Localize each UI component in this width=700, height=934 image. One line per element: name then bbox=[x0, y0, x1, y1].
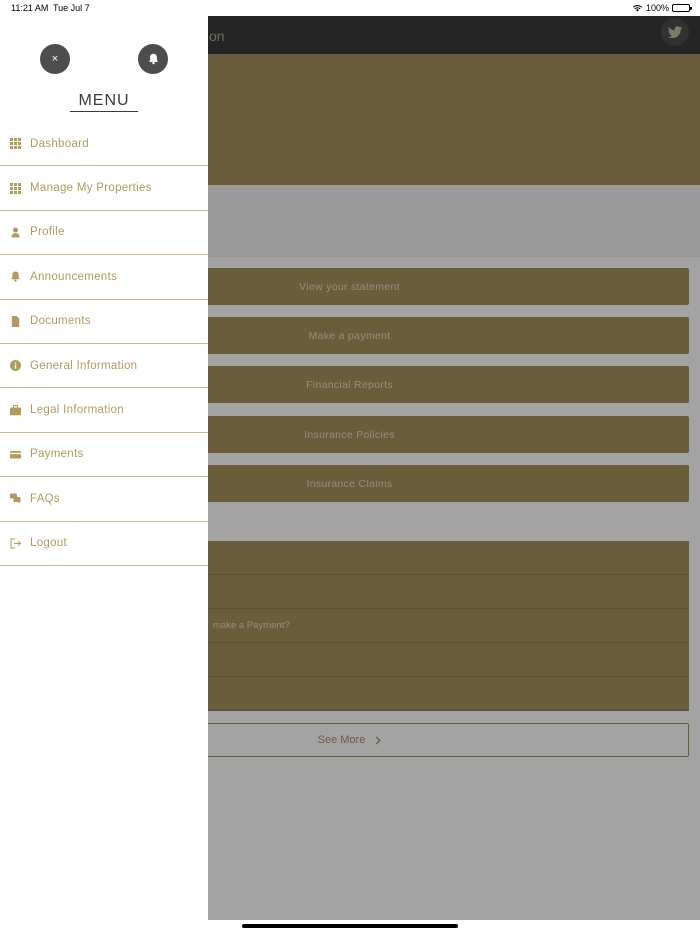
menu-item-label: Documents bbox=[30, 315, 91, 328]
status-time: 11:21 AM bbox=[11, 3, 49, 13]
status-date: Tue Jul 7 bbox=[53, 3, 90, 13]
menu-item-manage-properties[interactable]: Manage My Properties bbox=[0, 166, 208, 211]
grid-icon bbox=[10, 138, 21, 150]
briefcase-icon bbox=[10, 404, 21, 416]
menu-item-faqs[interactable]: FAQs bbox=[0, 477, 208, 522]
menu-item-logout[interactable]: Logout bbox=[0, 522, 208, 566]
status-right: 100% bbox=[632, 3, 692, 13]
menu-item-documents[interactable]: Documents bbox=[0, 300, 208, 344]
menu-item-payments[interactable]: Payments bbox=[0, 433, 208, 478]
menu-item-general-information[interactable]: General Information bbox=[0, 344, 208, 389]
menu-item-label: Logout bbox=[30, 537, 67, 550]
menu-item-label: Legal Information bbox=[30, 404, 124, 417]
status-bar: 11:21 AM Tue Jul 7 100% bbox=[0, 0, 700, 16]
menu-item-label: Profile bbox=[30, 226, 65, 239]
menu-title: MENU bbox=[70, 92, 138, 112]
menu-item-label: FAQs bbox=[30, 492, 60, 505]
menu-item-label: Announcements bbox=[30, 270, 118, 283]
menu-item-label: Dashboard bbox=[30, 137, 89, 150]
chat-icon bbox=[10, 493, 21, 505]
menu-item-profile[interactable]: Profile bbox=[0, 211, 208, 256]
menu-item-dashboard[interactable]: Dashboard bbox=[0, 122, 208, 167]
info-icon bbox=[10, 360, 21, 372]
wifi-icon bbox=[632, 4, 643, 12]
menu-item-label: Payments bbox=[30, 448, 84, 461]
bell-icon bbox=[148, 53, 158, 65]
menu-item-label: General Information bbox=[30, 359, 138, 372]
battery-icon bbox=[672, 4, 692, 12]
close-icon: × bbox=[51, 53, 59, 65]
battery-percent: 100% bbox=[645, 3, 669, 13]
drawer-menu: Dashboard Manage My Properties Profile A… bbox=[0, 122, 208, 566]
menu-item-legal-information[interactable]: Legal Information bbox=[0, 388, 208, 433]
logout-icon bbox=[10, 538, 21, 549]
home-indicator-area bbox=[0, 920, 700, 934]
grid-icon bbox=[10, 182, 21, 194]
notifications-button[interactable] bbox=[138, 44, 168, 74]
home-indicator[interactable] bbox=[242, 924, 458, 928]
credit-card-icon bbox=[10, 449, 21, 460]
menu-item-label: Manage My Properties bbox=[30, 182, 152, 195]
document-icon bbox=[10, 315, 21, 327]
bell-icon bbox=[10, 271, 21, 283]
close-button[interactable]: × bbox=[40, 44, 70, 74]
user-icon bbox=[10, 227, 21, 238]
menu-item-announcements[interactable]: Announcements bbox=[0, 255, 208, 300]
side-drawer: × MENU Dashboard Manage My Properties Pr… bbox=[0, 16, 208, 920]
